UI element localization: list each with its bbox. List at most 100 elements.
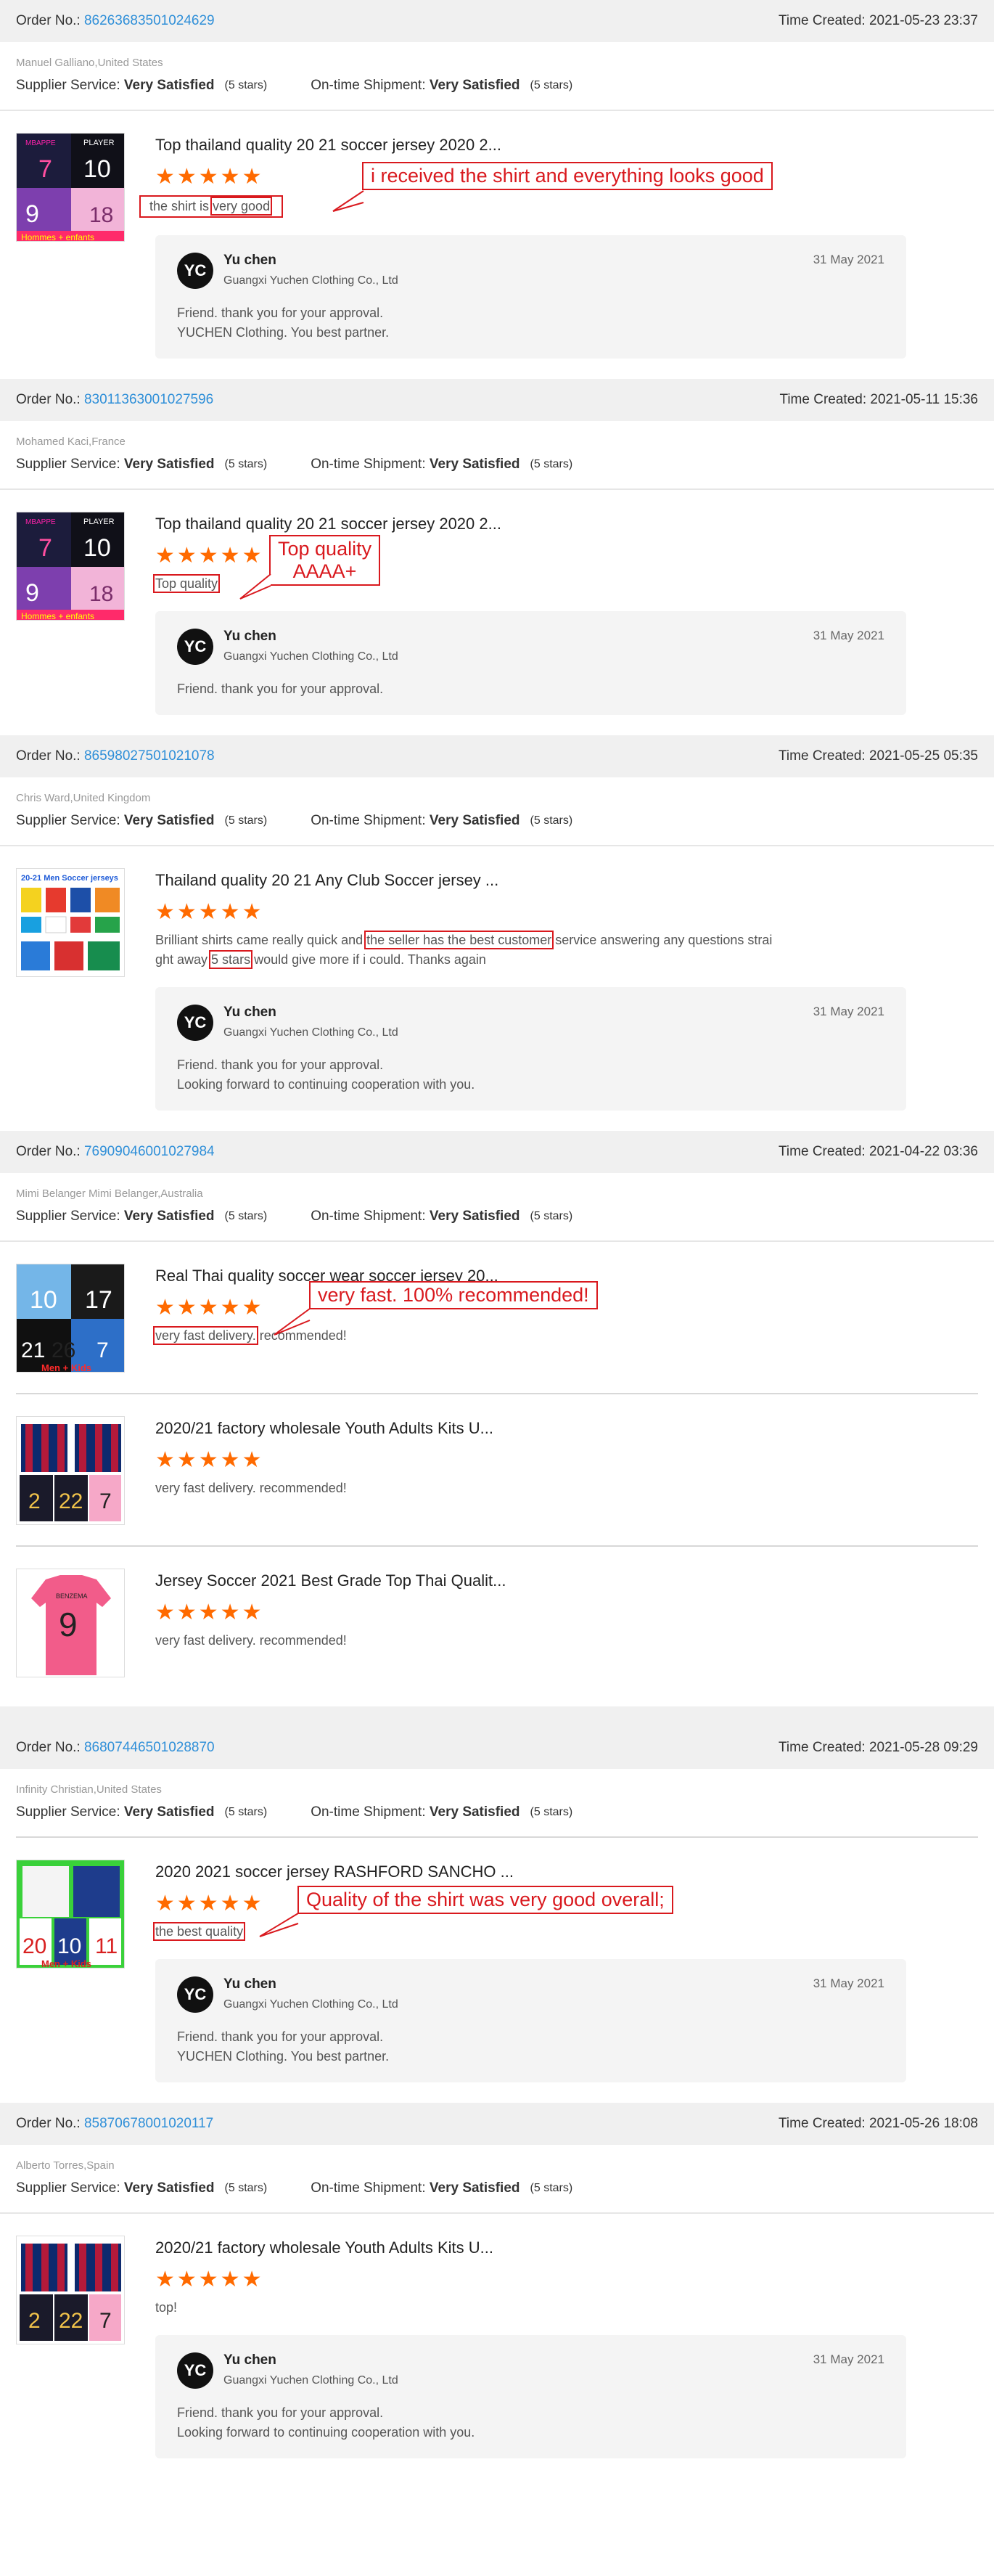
product-title[interactable]: 2020/21 factory wholesale Youth Adults K…	[155, 1419, 881, 1438]
product-thumbnail[interactable]: 2 22 7	[16, 2236, 125, 2344]
review-comment: top!	[155, 2300, 178, 2315]
annotation-callout: very fast. 100% recommended!	[309, 1281, 598, 1310]
svg-text:18: 18	[89, 203, 113, 227]
star-rating: ★★★★★	[155, 900, 264, 924]
order-card: Order No.: 86598027501021078 Time Create…	[0, 735, 994, 1131]
svg-text:2: 2	[28, 1489, 41, 1513]
order-number: Order No.: 85870678001020117	[16, 2116, 214, 2131]
order-number-link[interactable]: 76909046001027984	[84, 1144, 215, 1159]
order-number: Order No.: 86598027501021078	[16, 748, 215, 764]
product-thumbnail[interactable]: 10 17 21 26 7 Men + Kids	[16, 1264, 125, 1373]
order-header: Order No.: 86598027501021078 Time Create…	[0, 735, 994, 777]
svg-text:10: 10	[83, 534, 111, 562]
reply-author: Yu chen	[223, 1005, 276, 1020]
order-header: Order No.: 83011363001027596 Time Create…	[0, 379, 994, 421]
star-rating: ★★★★★	[155, 1600, 264, 1624]
order-header: Order No.: 86263683501024629 Time Create…	[0, 0, 994, 42]
reply-author: Yu chen	[223, 2352, 276, 2368]
svg-text:Hommes + enfants: Hommes + enfants	[21, 232, 94, 242]
order-number-link[interactable]: 86807446501028870	[84, 1740, 215, 1755]
service-ratings: Supplier Service: Very Satisfied (5 stars…	[16, 813, 573, 828]
svg-text:PLAYER: PLAYER	[83, 518, 115, 526]
reply-date: 31 May 2021	[813, 1976, 884, 1990]
order-meta: Chris Ward,United Kingdom Supplier Servi…	[0, 777, 994, 846]
svg-text:20: 20	[22, 1934, 46, 1958]
svg-text:21: 21	[21, 1338, 45, 1362]
product-thumbnail[interactable]: BENZEMA 9	[16, 1569, 125, 1677]
review-comment: the shirt is very good	[139, 195, 284, 218]
product-title[interactable]: 2020/21 factory wholesale Youth Adults K…	[155, 2238, 881, 2257]
svg-text:10: 10	[57, 1934, 81, 1958]
svg-text:10: 10	[83, 155, 111, 183]
buyer-name: Mimi Belanger Mimi Belanger,Australia	[16, 1187, 203, 1200]
svg-text:26: 26	[52, 1338, 75, 1362]
svg-text:9: 9	[59, 1606, 78, 1643]
reply-author: Yu chen	[223, 629, 276, 644]
svg-text:9: 9	[25, 200, 39, 228]
product-title[interactable]: Top thailand quality 20 21 soccer jersey…	[155, 515, 881, 533]
order-number: Order No.: 76909046001027984	[16, 1144, 215, 1159]
seller-reply: YC Yu chen Guangxi Yuchen Clothing Co., …	[155, 611, 906, 715]
product-thumbnail[interactable]: MBAPPE PLAYER 7 10 9 18 Hommes + enfants	[16, 512, 125, 621]
buyer-name: Chris Ward,United Kingdom	[16, 792, 151, 804]
review-comment: very fast delivery. recommended!	[155, 1481, 347, 1495]
review-comment: very fast delivery. recommended!	[155, 1633, 347, 1648]
product-thumbnail[interactable]: 2 22 7	[16, 1416, 125, 1525]
svg-text:10: 10	[30, 1286, 57, 1314]
order-card: Order No.: 83011363001027596 Time Create…	[0, 379, 994, 735]
svg-text:18: 18	[89, 582, 113, 606]
svg-text:2: 2	[28, 2309, 41, 2333]
svg-text:Men + Kids: Men + Kids	[41, 1958, 91, 1968]
svg-text:Men + Kids: Men + Kids	[41, 1362, 91, 1373]
svg-text:BENZEMA: BENZEMA	[56, 1592, 88, 1600]
buyer-name: Infinity Christian,United States	[16, 1783, 162, 1796]
reply-date: 31 May 2021	[813, 1005, 884, 1018]
seller-reply: YC Yu chen Guangxi Yuchen Clothing Co., …	[155, 1959, 906, 2082]
order-number-link[interactable]: 85870678001020117	[84, 2116, 213, 2131]
product-title[interactable]: Top thailand quality 20 21 soccer jersey…	[155, 136, 881, 155]
product-title[interactable]: 2020 2021 soccer jersey RASHFORD SANCHO …	[155, 1863, 881, 1881]
order-number: Order No.: 86263683501024629	[16, 13, 215, 28]
product-title[interactable]: Thailand quality 20 21 Any Club Soccer j…	[155, 871, 881, 890]
star-rating: ★★★★★	[155, 544, 264, 568]
reply-company: Guangxi Yuchen Clothing Co., Ltd	[223, 274, 398, 287]
order-number-link[interactable]: 83011363001027596	[84, 392, 213, 407]
svg-text:22: 22	[59, 1489, 83, 1513]
section-divider	[0, 1706, 994, 1727]
svg-text:MBAPPE: MBAPPE	[25, 139, 56, 147]
order-number-link[interactable]: 86598027501021078	[84, 748, 215, 764]
product-review: MBAPPE PLAYER 7 10 9 18 Hommes + enfants…	[0, 490, 994, 735]
svg-text:11: 11	[95, 1934, 118, 1958]
product-title[interactable]: Jersey Soccer 2021 Best Grade Top Thai Q…	[155, 1571, 881, 1590]
service-ratings: Supplier Service: Very Satisfied (5 stars…	[16, 1804, 573, 1820]
reply-company: Guangxi Yuchen Clothing Co., Ltd	[223, 2374, 398, 2387]
product-review: MBAPPE PLAYER 7 10 9 18 Hommes + enfants…	[0, 111, 994, 379]
seller-reply: YC Yu chen Guangxi Yuchen Clothing Co., …	[155, 987, 906, 1111]
product-thumbnail[interactable]: MBAPPE PLAYER 7 10 9 18 Hommes + enfants	[16, 133, 125, 242]
seller-reply: YC Yu chen Guangxi Yuchen Clothing Co., …	[155, 235, 906, 359]
product-review: 2 22 7 2020/21 factory wholesale Youth A…	[0, 2214, 994, 2479]
order-number: Order No.: 83011363001027596	[16, 392, 214, 407]
order-card: Order No.: 86263683501024629 Time Create…	[0, 0, 994, 379]
order-meta: Infinity Christian,United States Supplie…	[0, 1769, 994, 1836]
order-meta: Manuel Galliano,United States Supplier S…	[0, 42, 994, 111]
service-ratings: Supplier Service: Very Satisfied (5 stars…	[16, 1209, 573, 1224]
review-comment: very fast delivery. recommended!	[153, 1326, 347, 1345]
product-thumbnail[interactable]: 20 10 11 Men + Kids	[16, 1860, 125, 1968]
order-number-link[interactable]: 86263683501024629	[84, 13, 215, 28]
reply-date: 31 May 2021	[813, 629, 884, 642]
reply-company: Guangxi Yuchen Clothing Co., Ltd	[223, 1998, 398, 2011]
time-created: Time Created: 2021-04-22 03:36	[779, 1144, 978, 1159]
reply-text: Friend. thank you for your approval. YUC…	[177, 2029, 390, 2064]
product-thumbnail[interactable]: 20-21 Men Soccer jerseys	[16, 868, 125, 977]
product-review: 20 10 11 Men + Kids 2020 2021 soccer jer…	[16, 1836, 978, 2103]
reply-author: Yu chen	[223, 1976, 276, 1992]
seller-logo: YC	[177, 629, 213, 665]
service-ratings: Supplier Service: Very Satisfied (5 stars…	[16, 457, 573, 472]
seller-logo: YC	[177, 1005, 213, 1041]
product-review: 20-21 Men Soccer jerseys Thailand qualit…	[0, 846, 994, 1131]
svg-text:MBAPPE: MBAPPE	[25, 518, 56, 526]
reply-text: Friend. thank you for your approval. Loo…	[177, 2405, 475, 2440]
svg-text:17: 17	[85, 1286, 112, 1314]
product-review: 2 22 7 2020/21 factory wholesale Youth A…	[16, 1393, 978, 1545]
